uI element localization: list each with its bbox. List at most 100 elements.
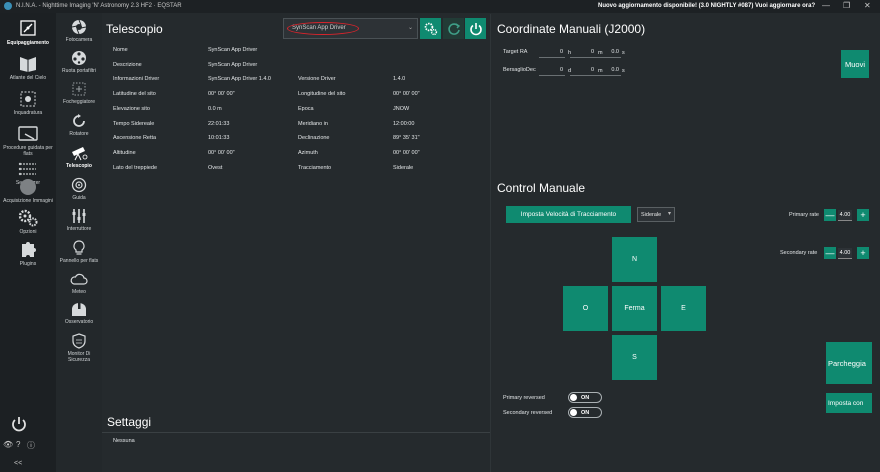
- sky-atlas-icon: [20, 57, 36, 72]
- info-label: Ascensione Retta: [113, 135, 157, 141]
- update-notice-link[interactable]: Nuovo aggiornamento disponibile! (3.0 NI…: [598, 3, 815, 9]
- secondary-rate-label: Secondary rate: [780, 250, 818, 256]
- imaging-icon: [20, 179, 36, 195]
- move-south-button[interactable]: S: [612, 335, 657, 380]
- dec-seconds-unit: s: [622, 68, 625, 74]
- cloud-icon: [70, 273, 88, 285]
- telescope-icon: [72, 147, 88, 161]
- subnav-safety-monitor[interactable]: Monitor Di Sicurezza: [56, 333, 102, 363]
- help-icon[interactable]: ?: [16, 440, 20, 449]
- secondary-rate-input[interactable]: 4.00: [838, 248, 852, 259]
- subnav-flat-panel[interactable]: Pannello per flats: [56, 240, 102, 264]
- move-east-button[interactable]: E: [661, 286, 706, 331]
- primary-rate-input[interactable]: 4.00: [838, 210, 852, 221]
- gears-icon: [424, 22, 437, 35]
- subnav-weather[interactable]: Meteo: [56, 271, 102, 295]
- nav-equipment[interactable]: Equipaggiamento: [0, 20, 56, 46]
- stop-button[interactable]: Ferma: [612, 286, 657, 331]
- aperture-icon: [71, 19, 87, 35]
- chevron-down-icon: ▾: [667, 211, 671, 217]
- title-bar: N.I.N.A. - Nighttime Imaging 'N' Astrono…: [0, 0, 880, 13]
- nav-sky-atlas[interactable]: Atlante del Cielo: [0, 55, 56, 81]
- subnav-rotator[interactable]: Rotatore: [56, 113, 102, 137]
- info-value: 12:00:00: [393, 121, 415, 127]
- primary-reversed-label: Primary reversed: [503, 395, 545, 401]
- maximize-button[interactable]: ❐: [843, 1, 850, 10]
- telescope-info-grid: Nome SynScan App Driver Descrizione SynScan…: [113, 47, 493, 179]
- subnav-switch[interactable]: Interruttore: [56, 208, 102, 232]
- info-value: SynScan App Driver: [208, 62, 258, 68]
- info-value: Siderale: [393, 165, 414, 171]
- set-park-position-button[interactable]: Imposta con: [826, 393, 872, 413]
- info-value: 10:01:33: [208, 135, 230, 141]
- eye-icon[interactable]: 👁: [3, 440, 13, 449]
- secondary-rate-increase-button[interactable]: +: [857, 247, 869, 259]
- info-label: Informazioni Driver: [113, 76, 160, 82]
- secondary-rate-decrease-button[interactable]: —: [824, 247, 836, 259]
- red-circle-annotation: [287, 22, 359, 35]
- subnav-camera[interactable]: Fotocamera: [56, 19, 102, 43]
- rotator-icon: [73, 114, 85, 127]
- ra-seconds-unit: s: [622, 50, 625, 56]
- shield-icon: [72, 333, 86, 349]
- nav-flat-wizard[interactable]: Procedure guidata per flats: [0, 125, 56, 157]
- ra-hours-input[interactable]: 0: [539, 49, 565, 58]
- setup-button[interactable]: [420, 18, 441, 39]
- collapse-nav-button[interactable]: <<: [14, 460, 22, 467]
- subnav-filter-wheel[interactable]: Ruota portafiltri: [56, 50, 102, 74]
- primary-reversed-toggle[interactable]: ON: [568, 392, 602, 403]
- window-title: N.I.N.A. - Nighttime Imaging 'N' Astrono…: [16, 3, 182, 9]
- nav-plugins[interactable]: Plugins: [0, 241, 56, 267]
- park-button[interactable]: Parcheggia: [826, 342, 872, 384]
- nav-framing[interactable]: Inquadratura: [0, 90, 56, 116]
- info-value: 0.0 m: [208, 106, 222, 112]
- dec-minutes-input[interactable]: 0: [570, 67, 596, 76]
- close-window-button[interactable]: ✕: [864, 1, 871, 10]
- move-north-button[interactable]: N: [612, 237, 657, 282]
- dec-degrees-input[interactable]: 0: [539, 67, 565, 76]
- chevron-down-icon: ⌄: [407, 25, 413, 31]
- info-value: Ovest: [208, 165, 223, 171]
- manual-control-title: Control Manuale: [497, 181, 586, 195]
- info-icon[interactable]: ⓘ: [27, 440, 35, 451]
- info-label: Elevazione sito: [113, 106, 150, 112]
- subnav-focuser[interactable]: Focheggiatore: [56, 81, 102, 105]
- nav-options[interactable]: Opzioni: [0, 209, 56, 235]
- minimize-button[interactable]: —: [822, 1, 830, 10]
- info-value: SynScan App Driver: [208, 47, 258, 53]
- nav-imaging[interactable]: Acquisizione Immagini: [0, 178, 56, 204]
- manual-coords-title: Coordinate Manuali (J2000): [497, 22, 646, 36]
- info-value: 00° 00' 00": [208, 150, 235, 156]
- move-west-button[interactable]: O: [563, 286, 608, 331]
- subnav-observatory[interactable]: Osservatorio: [56, 301, 102, 325]
- info-value: 22:01:33: [208, 121, 230, 127]
- dec-seconds-input[interactable]: 0.0: [595, 67, 621, 76]
- power-icon: [469, 22, 482, 35]
- ra-minutes-input[interactable]: 0: [570, 49, 596, 58]
- tracking-mode-select[interactable]: Siderale ▾: [637, 207, 675, 222]
- set-tracking-rate-button[interactable]: Imposta Velocità di Tracciamento: [506, 206, 631, 223]
- primary-rate-decrease-button[interactable]: —: [824, 209, 836, 221]
- panel-divider: [490, 14, 491, 472]
- primary-rate-increase-button[interactable]: +: [857, 209, 869, 221]
- subnav-guider[interactable]: Guida: [56, 177, 102, 201]
- refresh-button[interactable]: [443, 18, 464, 39]
- primary-rate-label: Primary rate: [789, 212, 819, 218]
- info-label: Lato del treppiede: [113, 165, 158, 171]
- equipment-navigation: Fotocamera Ruota portafiltri Focheggiato…: [56, 13, 102, 472]
- subnav-telescope[interactable]: Telescopio: [56, 145, 102, 169]
- refresh-icon: [447, 22, 460, 35]
- move-button[interactable]: Muovi: [841, 50, 869, 78]
- info-label: Nome: [113, 47, 128, 53]
- power-icon[interactable]: [10, 415, 28, 433]
- focuser-icon: [72, 82, 86, 96]
- ra-seconds-input[interactable]: 0.0: [595, 49, 621, 58]
- disconnect-button[interactable]: [465, 18, 486, 39]
- info-label: Latitudine del sito: [113, 91, 156, 97]
- info-label: Tracciamento: [298, 165, 332, 171]
- info-value: 1.4.0: [393, 76, 406, 82]
- secondary-reversed-toggle[interactable]: ON: [568, 407, 602, 418]
- info-value: 89° 35' 31": [393, 135, 420, 141]
- info-label: Declinazione: [298, 135, 330, 141]
- driver-select[interactable]: SynScan App Driver ⌄: [283, 18, 418, 39]
